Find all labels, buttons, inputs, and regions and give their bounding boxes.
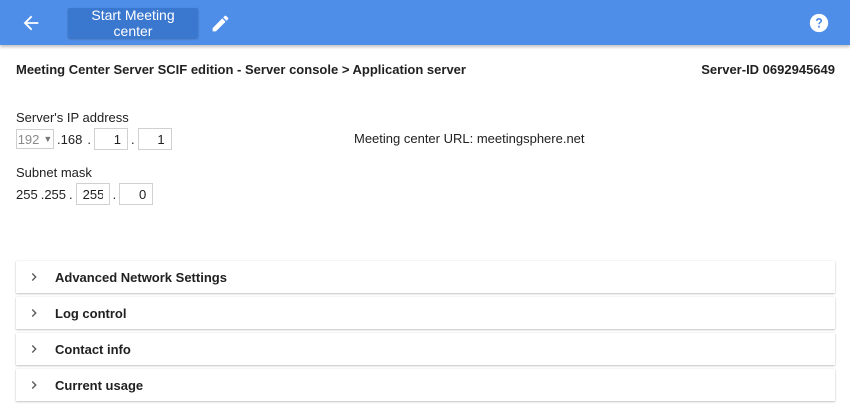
dropdown-caret-icon: ▼ — [43, 134, 53, 144]
ip-octet1-value: 192 — [17, 131, 40, 147]
server-ip-address: 192 ▼ .168 . . — [16, 128, 172, 150]
subnet-octet1: 255 — [16, 186, 38, 202]
subnet-sep: . — [112, 186, 117, 202]
help-button[interactable] — [808, 12, 830, 34]
arrow-back-icon — [23, 15, 39, 31]
panel-current-usage[interactable]: Current usage — [16, 369, 835, 401]
help-circle-icon — [809, 13, 829, 33]
server-ip-label: Server's IP address — [16, 110, 129, 125]
panel-log-control[interactable]: Log control — [16, 297, 835, 329]
ip-octet2-value: 168 — [60, 131, 83, 147]
top-app-bar: Start Meeting center — [0, 0, 850, 45]
ip-octet2: .168 — [54, 132, 84, 147]
subnet-octet4-input[interactable] — [119, 183, 154, 205]
panel-title: Log control — [55, 305, 127, 321]
subnet-mask: 255 .255 . . — [16, 183, 154, 205]
ip-octet3-input[interactable] — [93, 128, 128, 150]
ip-octet4-input[interactable] — [137, 128, 172, 150]
panel-title: Advanced Network Settings — [55, 269, 227, 285]
subnet-octet3-input[interactable] — [75, 183, 110, 205]
back-button[interactable] — [20, 12, 42, 34]
ip-sep: . — [130, 131, 135, 147]
edit-button[interactable] — [210, 13, 231, 34]
breadcrumb: Meeting Center Server SCIF edition - Ser… — [16, 62, 466, 77]
meeting-center-url: Meeting center URL: meetingsphere.net — [354, 131, 585, 146]
subnet-octet2-value: 255 — [44, 186, 67, 202]
panel-title: Current usage — [55, 377, 144, 393]
subnet-octet2: .255 — [38, 187, 66, 202]
subnet-mask-label: Subnet mask — [16, 165, 92, 180]
pencil-icon — [212, 15, 229, 32]
subnet-sep: . — [69, 186, 73, 202]
chevron-right-icon — [31, 309, 37, 317]
panel-title: Contact info — [55, 341, 131, 357]
chevron-right-icon — [31, 273, 37, 281]
panel-contact-info[interactable]: Contact info — [16, 333, 835, 365]
panel-advanced-network-settings[interactable]: Advanced Network Settings — [16, 261, 835, 293]
chevron-right-icon — [31, 345, 37, 353]
ip-sep: . — [87, 131, 91, 147]
chevron-right-icon — [31, 381, 37, 389]
start-meeting-center-button[interactable]: Start Meeting center — [68, 7, 198, 39]
ip-octet1-select[interactable]: 192 ▼ — [16, 129, 54, 149]
server-id: Server-ID 0692945649 — [701, 62, 835, 77]
